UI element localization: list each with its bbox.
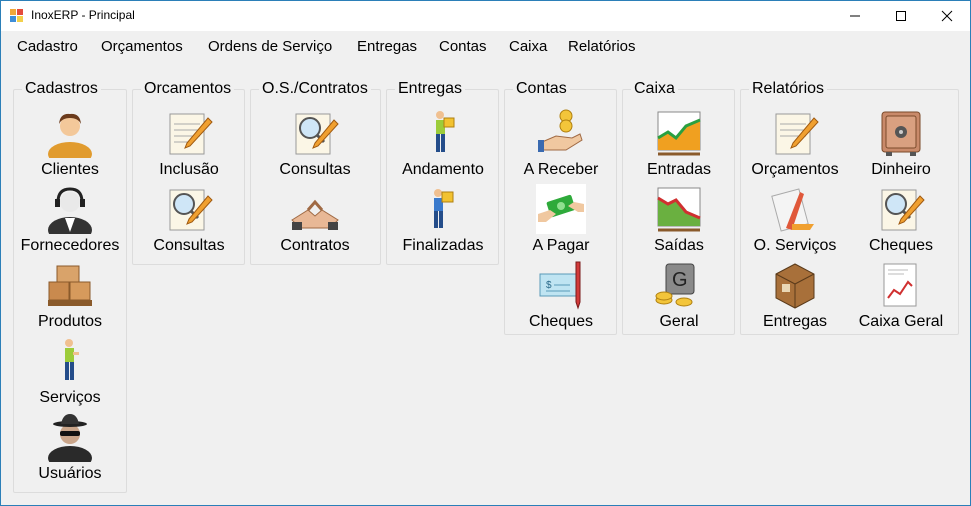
group-title: O.S./Contratos (259, 80, 371, 98)
caixa-entradas-button[interactable]: Entradas (619, 104, 739, 180)
usuarios-button[interactable]: Usuários (10, 408, 130, 484)
tile-label: Contratos (280, 237, 350, 254)
fornecedores-button[interactable]: Fornecedores (10, 180, 130, 256)
menu-relatorios[interactable]: Relatórios (568, 38, 636, 55)
servicos-button[interactable]: Serviços (10, 332, 130, 408)
maximize-icon (896, 11, 906, 21)
group-contas: Contas A Receber A Pagar $ Cheques (504, 80, 617, 335)
handshake-icon (291, 199, 339, 230)
tile-label: Produtos (37, 313, 103, 330)
magnifier-document-icon (169, 189, 213, 231)
worker-icon (65, 339, 79, 380)
tile-label: Dinheiro (871, 161, 931, 178)
menu-bar: Cadastro Orçamentos Ordens de Serviço En… (1, 31, 970, 61)
menu-orcamentos[interactable]: Orçamentos (101, 38, 183, 55)
svg-text:$: $ (546, 280, 552, 291)
report-chart-icon (883, 263, 917, 307)
relatorios-caixa-geral-button[interactable]: Caixa Geral (841, 256, 961, 332)
group-title: Relatórios (749, 80, 828, 98)
relatorios-cheques-button[interactable]: Cheques (841, 180, 961, 256)
group-orcamentos: Orcamentos Inclusão Consultas (132, 80, 245, 265)
main-window: InoxERP - Principal Cadastro Orçamentos … (0, 0, 971, 506)
close-icon (941, 10, 953, 22)
group-cadastros: Cadastros Clientes Fornecedores Produtos… (10, 80, 130, 493)
orcamentos-consultas-button[interactable]: Consultas (129, 180, 249, 256)
relatorios-dinheiro-button[interactable]: Dinheiro (841, 104, 961, 180)
menu-entregas[interactable]: Entregas (357, 38, 417, 55)
contas-pagar-button[interactable]: A Pagar (501, 180, 621, 256)
chart-up-icon (657, 111, 701, 156)
menu-caixa[interactable]: Caixa (509, 38, 547, 55)
headset-person-icon (48, 187, 92, 234)
group-caixa: Caixa Entradas Saídas G Geral (622, 80, 735, 335)
person-icon (48, 113, 92, 158)
boxes-icon (48, 265, 92, 306)
entregas-finalizadas-button[interactable]: Finalizadas (383, 180, 503, 256)
os-consultas-button[interactable]: Consultas (255, 104, 375, 180)
notepad-pencil-icon (169, 113, 213, 155)
title-bar: InoxERP - Principal (1, 1, 970, 31)
group-title: Contas (513, 80, 570, 98)
menu-contas[interactable]: Contas (439, 38, 487, 55)
worker-carrying-box-icon (434, 189, 454, 228)
window-title: InoxERP - Principal (31, 8, 135, 22)
chart-down-icon (657, 187, 701, 232)
group-title: Caixa (631, 80, 678, 98)
tile-label: Caixa Geral (858, 313, 944, 330)
tile-label: Cheques (868, 237, 934, 254)
hand-coins-icon (538, 109, 583, 152)
cheque-pen-icon: $ (539, 261, 581, 310)
produtos-button[interactable]: Produtos (10, 256, 130, 332)
tile-label: Inclusão (159, 161, 219, 178)
contas-cheques-button[interactable]: $ Cheques (501, 256, 621, 332)
os-contratos-button[interactable]: Contratos (255, 180, 375, 256)
safe-icon (881, 111, 921, 156)
clientes-button[interactable]: Clientes (10, 104, 130, 180)
minimize-button[interactable] (832, 1, 878, 31)
entregas-andamento-button[interactable]: Andamento (383, 104, 503, 180)
worker-carrying-box-icon (436, 111, 455, 152)
magnifier-document-icon (295, 113, 339, 155)
close-button[interactable] (924, 1, 970, 31)
group-title: Entregas (395, 80, 466, 98)
money-hand-icon (536, 184, 586, 234)
register-coins-icon: G (655, 263, 695, 307)
maximize-button[interactable] (878, 1, 924, 31)
drafting-tools-icon (771, 188, 814, 232)
orcamentos-inclusao-button[interactable]: Inclusão (129, 104, 249, 180)
group-title: Orcamentos (141, 80, 235, 98)
svg-text:G: G (672, 269, 688, 291)
tile-label: Consultas (279, 161, 351, 178)
spy-user-icon (48, 414, 92, 462)
notepad-pencil-icon (775, 113, 819, 155)
tile-label: Consultas (153, 237, 225, 254)
caixa-saidas-button[interactable]: Saídas (619, 180, 739, 256)
menu-ordens-servico[interactable]: Ordens de Serviço (208, 38, 332, 55)
contas-receber-button[interactable]: A Receber (501, 104, 621, 180)
minimize-icon (850, 15, 860, 17)
group-os-contratos: O.S./Contratos Consultas Contratos (250, 80, 381, 265)
caixa-geral-button[interactable]: G Geral (619, 256, 739, 332)
menu-cadastro[interactable]: Cadastro (17, 38, 78, 55)
tile-label: Serviços (39, 389, 101, 406)
group-entregas: Entregas Andamento Finalizadas (386, 80, 499, 265)
tile-label: Usuários (38, 465, 102, 482)
package-icon (775, 263, 815, 309)
magnifier-document-icon (881, 189, 925, 231)
group-relatorios: Relatórios Orçamentos Dinheiro O. Serviç… (740, 80, 961, 335)
app-icon (10, 9, 24, 23)
group-title: Cadastros (22, 80, 101, 98)
